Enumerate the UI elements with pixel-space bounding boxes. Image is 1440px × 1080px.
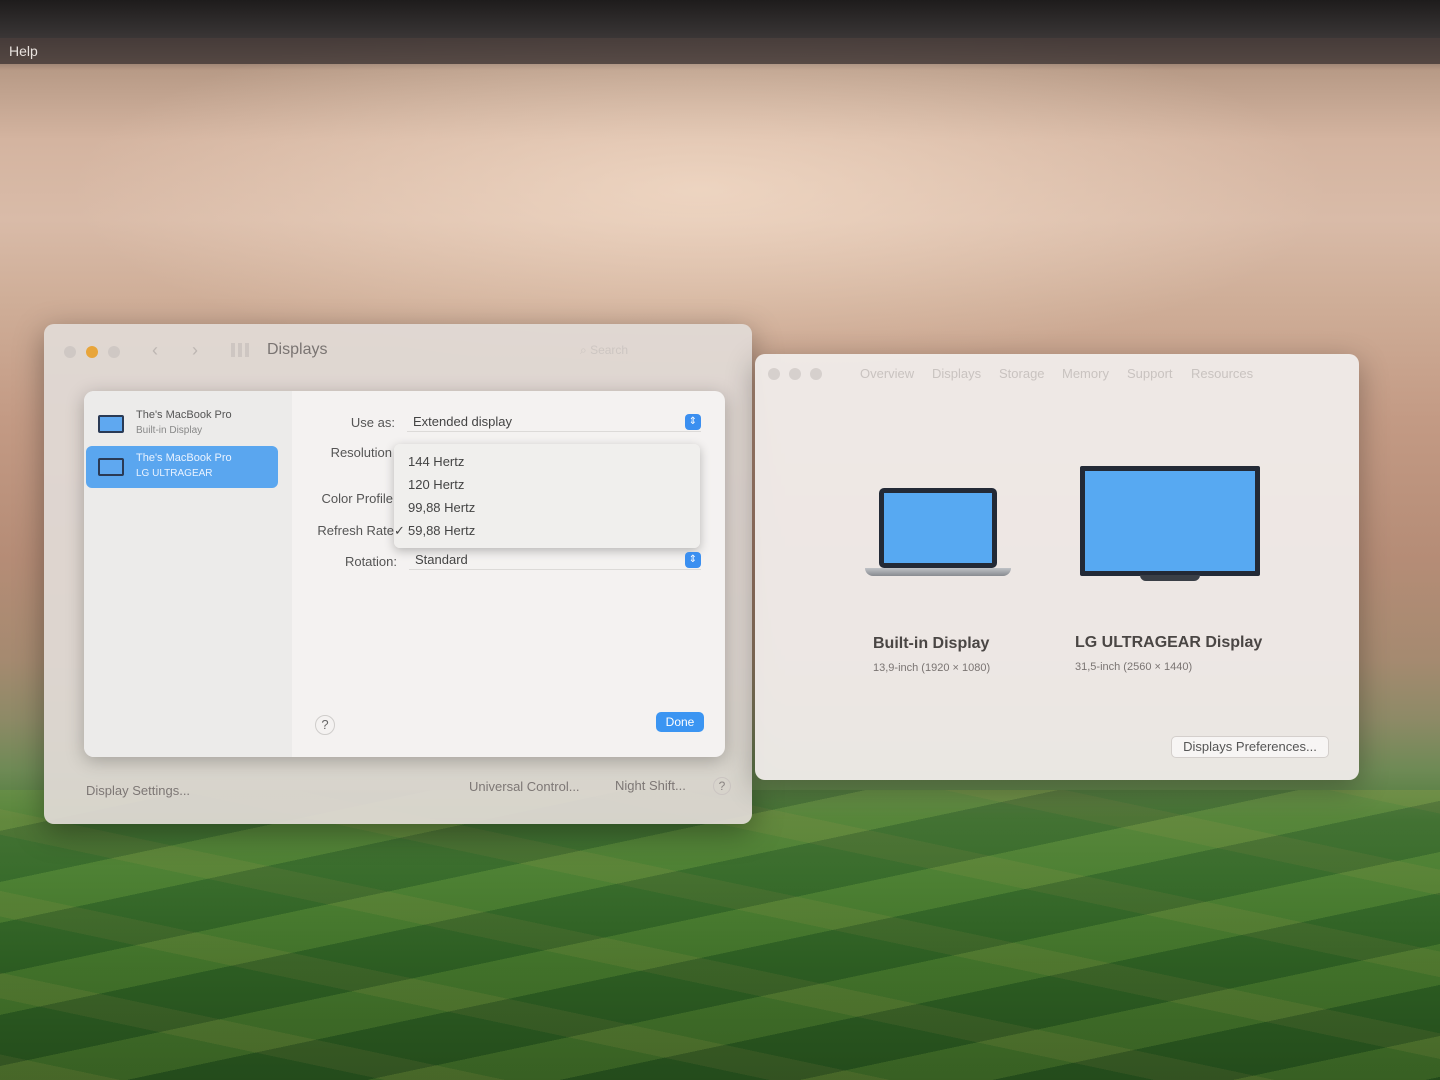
tab-support[interactable]: Support: [1127, 366, 1173, 381]
monitor-icon: [1080, 466, 1260, 576]
wallpaper-fields: [0, 790, 1440, 1080]
refresh-option[interactable]: 120 Hertz: [408, 477, 464, 492]
tab-displays[interactable]: Displays: [932, 366, 981, 381]
forward-arrow-icon[interactable]: ›: [192, 340, 198, 361]
night-shift-button[interactable]: Night Shift...: [611, 775, 690, 797]
lg-display-spec: 31,5-inch (2560 × 1440): [1075, 661, 1193, 673]
refresh-option-label: 59,88 Hertz: [408, 523, 476, 538]
display-subtitle: Built-in Display: [136, 425, 203, 436]
display-name: The's MacBook Pro: [136, 409, 232, 421]
search-placeholder: Search: [590, 343, 629, 357]
about-this-mac-window: Overview Displays Storage Memory Support…: [755, 354, 1359, 780]
refresh-option[interactable]: 99,88 Hertz: [408, 500, 475, 515]
window-title: Displays: [267, 341, 328, 358]
zoom-button[interactable]: [810, 368, 822, 380]
laptop-icon: [98, 415, 124, 433]
tab-resources[interactable]: Resources: [1191, 366, 1253, 381]
back-arrow-icon[interactable]: ‹: [152, 340, 158, 361]
use-as-value: Extended display: [413, 414, 513, 429]
display-subtitle: LG ULTRAGEAR: [136, 468, 213, 479]
laptop-base: [865, 568, 1011, 576]
display-settings-button[interactable]: Display Settings...: [82, 780, 194, 802]
rotation-label: Rotation:: [344, 554, 397, 569]
tab-memory[interactable]: Memory: [1062, 366, 1109, 381]
rotation-value: Standard: [415, 552, 468, 567]
menu-help[interactable]: Help: [9, 43, 38, 59]
laptop-icon: [879, 488, 997, 568]
screen-bezel: [0, 0, 1440, 38]
refresh-rate-menu: 144 Hertz 120 Hertz 99,88 Hertz ✓ 59,88 …: [394, 444, 700, 548]
done-button[interactable]: Done: [656, 712, 704, 732]
search-icon: ⌕: [580, 343, 587, 357]
refresh-rate-label: Refresh Rate: [317, 523, 394, 538]
help-button[interactable]: ?: [315, 715, 335, 735]
displays-preferences-button[interactable]: Displays Preferences...: [1171, 736, 1329, 758]
minimize-button[interactable]: [789, 368, 801, 380]
universal-control-button[interactable]: Universal Control...: [465, 776, 584, 798]
refresh-option[interactable]: 144 Hertz: [408, 454, 464, 469]
zoom-button[interactable]: [108, 346, 120, 358]
use-as-label: Use as:: [350, 415, 395, 430]
tab-overview[interactable]: Overview: [860, 366, 914, 381]
search-input[interactable]: ⌕ Search: [574, 338, 734, 362]
minimize-button[interactable]: [86, 346, 98, 358]
popup-stepper-icon: ⇕: [685, 414, 701, 430]
monitor-icon: [98, 458, 124, 476]
popup-stepper-icon: ⇕: [685, 552, 701, 568]
refresh-option-selected[interactable]: ✓ 59,88 Hertz: [394, 523, 476, 538]
lg-display-title: LG ULTRAGEAR Display: [1075, 634, 1263, 651]
close-button[interactable]: [768, 368, 780, 380]
tab-storage[interactable]: Storage: [999, 366, 1045, 381]
use-as-popup[interactable]: Extended display ⇕: [407, 412, 701, 432]
footer-help-button[interactable]: ?: [713, 777, 731, 795]
settings-window: ‹ › Displays ⌕ Search The's MacBook Pro …: [44, 324, 752, 824]
show-all-grid-icon[interactable]: [231, 343, 249, 357]
display-item-lg[interactable]: The's MacBook Pro LG ULTRAGEAR: [86, 446, 278, 488]
monitor-stand: [1140, 575, 1200, 581]
display-item-builtin[interactable]: The's MacBook Pro Built-in Display: [86, 403, 278, 445]
close-button[interactable]: [64, 346, 76, 358]
builtin-display-spec: 13,9-inch (1920 × 1080): [873, 662, 991, 674]
display-name: The's MacBook Pro: [136, 452, 232, 464]
builtin-display-title: Built-in Display: [873, 635, 990, 652]
checkmark-icon: ✓: [394, 523, 405, 538]
rotation-popup[interactable]: Standard ⇕: [409, 550, 701, 570]
menu-bar: Help: [0, 38, 1440, 64]
display-list: The's MacBook Pro Built-in Display The's…: [84, 391, 292, 757]
display-settings-sheet: The's MacBook Pro Built-in Display The's…: [84, 391, 725, 757]
resolution-label: Resolution: [330, 445, 392, 460]
color-profile-label: Color Profile: [321, 491, 393, 506]
